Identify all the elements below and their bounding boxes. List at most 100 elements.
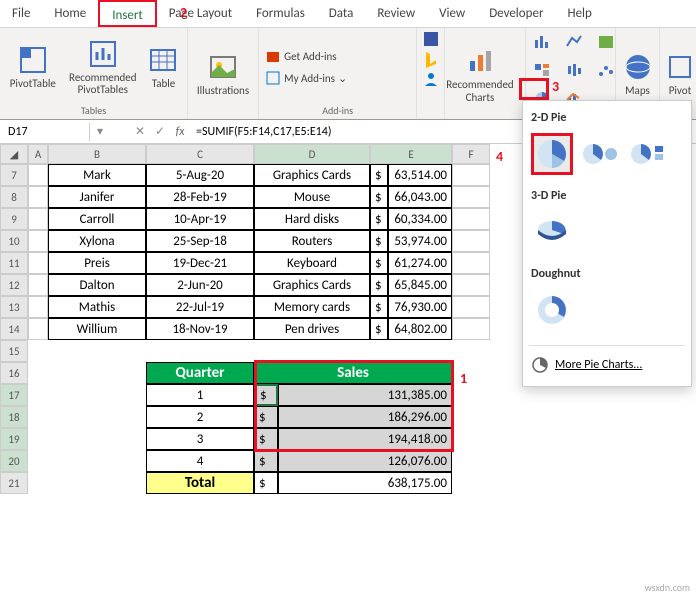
col-a[interactable]: A [28, 144, 48, 164]
recommended-pivot-button[interactable]: Recommended PivotTables [66, 38, 140, 96]
col-d[interactable]: D [254, 144, 370, 164]
sales-cur[interactable]: $ [254, 406, 278, 428]
table-cell-cur[interactable]: $ [370, 252, 388, 274]
bar-of-pie-option[interactable] [627, 133, 669, 175]
bing-icon[interactable] [422, 50, 440, 68]
doughnut-option[interactable] [531, 289, 573, 331]
table-cell-val[interactable]: 76,930.00 [388, 296, 452, 318]
table-cell-name[interactable]: Janifer [48, 186, 146, 208]
enter-formula-icon[interactable]: ✓ [150, 124, 170, 139]
table-cell-val[interactable]: 65,845.00 [388, 274, 452, 296]
table-cell-item[interactable]: Mouse [254, 186, 370, 208]
col-c[interactable]: C [146, 144, 254, 164]
sales-cur[interactable]: $ [254, 384, 278, 406]
table-cell-cur[interactable]: $ [370, 274, 388, 296]
table-cell-date[interactable]: 25-Sep-18 [146, 230, 254, 252]
my-addins-button[interactable]: My Add-ins ⌄ [263, 68, 349, 88]
sales-val[interactable]: 131,385.00 [278, 384, 452, 406]
insert-hierarchy-chart[interactable] [530, 60, 554, 80]
cancel-formula-icon[interactable]: ✕ [130, 124, 150, 139]
row-12[interactable]: 12 [0, 274, 28, 296]
row-16[interactable]: 16 [0, 362, 28, 384]
tab-developer[interactable]: Developer [477, 0, 555, 27]
table-cell-date[interactable]: 28-Feb-19 [146, 186, 254, 208]
sales-cur[interactable]: $ [254, 450, 278, 472]
table-cell-name[interactable]: Dalton [48, 274, 146, 296]
quarter-cell[interactable]: 3 [146, 428, 254, 450]
sales-cur[interactable]: $ [254, 428, 278, 450]
pivottable-button[interactable]: PivotTable [4, 44, 62, 90]
table-cell-item[interactable]: Memory cards [254, 296, 370, 318]
row-17[interactable]: 17 [0, 384, 28, 406]
col-e[interactable]: E [370, 144, 452, 164]
pie-2d-option[interactable] [531, 133, 573, 175]
table-button[interactable]: Table [144, 44, 183, 90]
table-cell-cur[interactable]: $ [370, 230, 388, 252]
table-cell-name[interactable]: Mark [48, 164, 146, 186]
maps-button[interactable]: Maps [620, 51, 655, 97]
table-cell-name[interactable]: Mathis [48, 296, 146, 318]
tab-data[interactable]: Data [317, 0, 366, 27]
col-f[interactable]: F [452, 144, 490, 164]
insert-line-chart[interactable] [562, 32, 586, 52]
insert-scatter-chart[interactable] [594, 60, 618, 80]
table-cell-cur[interactable]: $ [370, 208, 388, 230]
tab-page-layout[interactable]: Page Layout [157, 0, 244, 27]
table-cell-val[interactable]: 63,514.00 [388, 164, 452, 186]
table-cell-date[interactable]: 10-Apr-19 [146, 208, 254, 230]
row-11[interactable]: 11 [0, 252, 28, 274]
tab-file[interactable]: File [0, 0, 42, 27]
row-10[interactable]: 10 [0, 230, 28, 252]
table-cell-val[interactable]: 53,974.00 [388, 230, 452, 252]
row-20[interactable]: 20 [0, 450, 28, 472]
table-cell-item[interactable]: Keyboard [254, 252, 370, 274]
table-cell-item[interactable]: Routers [254, 230, 370, 252]
get-addins-button[interactable]: Get Add-ins [263, 46, 338, 66]
row-19[interactable]: 19 [0, 428, 28, 450]
namebox-dropdown[interactable]: ▾ [90, 124, 110, 139]
recommended-charts-button[interactable]: Recommended Charts [449, 45, 511, 103]
table-cell-cur[interactable]: $ [370, 296, 388, 318]
insert-column-chart[interactable] [530, 32, 554, 52]
fx-icon[interactable]: fx [170, 125, 190, 139]
col-b[interactable]: B [48, 144, 146, 164]
table-cell-item[interactable]: Hard disks [254, 208, 370, 230]
table-cell-date[interactable]: 19-Dec-21 [146, 252, 254, 274]
sales-val[interactable]: 194,418.00 [278, 428, 452, 450]
row-15[interactable]: 15 [0, 340, 28, 362]
table-cell-item[interactable]: Graphics Cards [254, 164, 370, 186]
table-cell-name[interactable]: Carroll [48, 208, 146, 230]
table-cell-val[interactable]: 60,334.00 [388, 208, 452, 230]
insert-map-chart[interactable] [594, 32, 618, 52]
tab-review[interactable]: Review [365, 0, 427, 27]
visio-icon[interactable] [422, 30, 440, 48]
table-cell-name[interactable]: Xylona [48, 230, 146, 252]
tab-help[interactable]: Help [555, 0, 603, 27]
table-cell-val[interactable]: 66,043.00 [388, 186, 452, 208]
sales-val[interactable]: 126,076.00 [278, 450, 452, 472]
row-21[interactable]: 21 [0, 472, 28, 494]
table-cell-date[interactable]: 2-Jun-20 [146, 274, 254, 296]
pie-of-pie-option[interactable] [579, 133, 621, 175]
table-cell-date[interactable]: 18-Nov-19 [146, 318, 254, 340]
select-all-corner[interactable]: ◢ [0, 144, 28, 164]
name-box[interactable]: D17 [0, 123, 90, 141]
tab-formulas[interactable]: Formulas [244, 0, 317, 27]
insert-statistic-chart[interactable] [562, 60, 586, 80]
table-cell-date[interactable]: 5-Aug-20 [146, 164, 254, 186]
table-cell-name[interactable]: Willium [48, 318, 146, 340]
quarter-cell[interactable]: 4 [146, 450, 254, 472]
row-7[interactable]: 7 [0, 164, 28, 186]
tab-home[interactable]: Home [42, 0, 98, 27]
more-pie-charts[interactable]: More Pie Charts... [529, 350, 685, 380]
table-cell-cur[interactable]: $ [370, 318, 388, 340]
tab-insert[interactable]: Insert [98, 0, 157, 27]
quarter-cell[interactable]: 1 [146, 384, 254, 406]
pivotchart-button[interactable]: Pivot [664, 51, 696, 97]
table-cell-date[interactable]: 22-Jul-19 [146, 296, 254, 318]
table-cell-cur[interactable]: $ [370, 186, 388, 208]
table-cell-val[interactable]: 61,274.00 [388, 252, 452, 274]
table-cell-item[interactable]: Pen drives [254, 318, 370, 340]
row-14[interactable]: 14 [0, 318, 28, 340]
sales-val[interactable]: 186,296.00 [278, 406, 452, 428]
